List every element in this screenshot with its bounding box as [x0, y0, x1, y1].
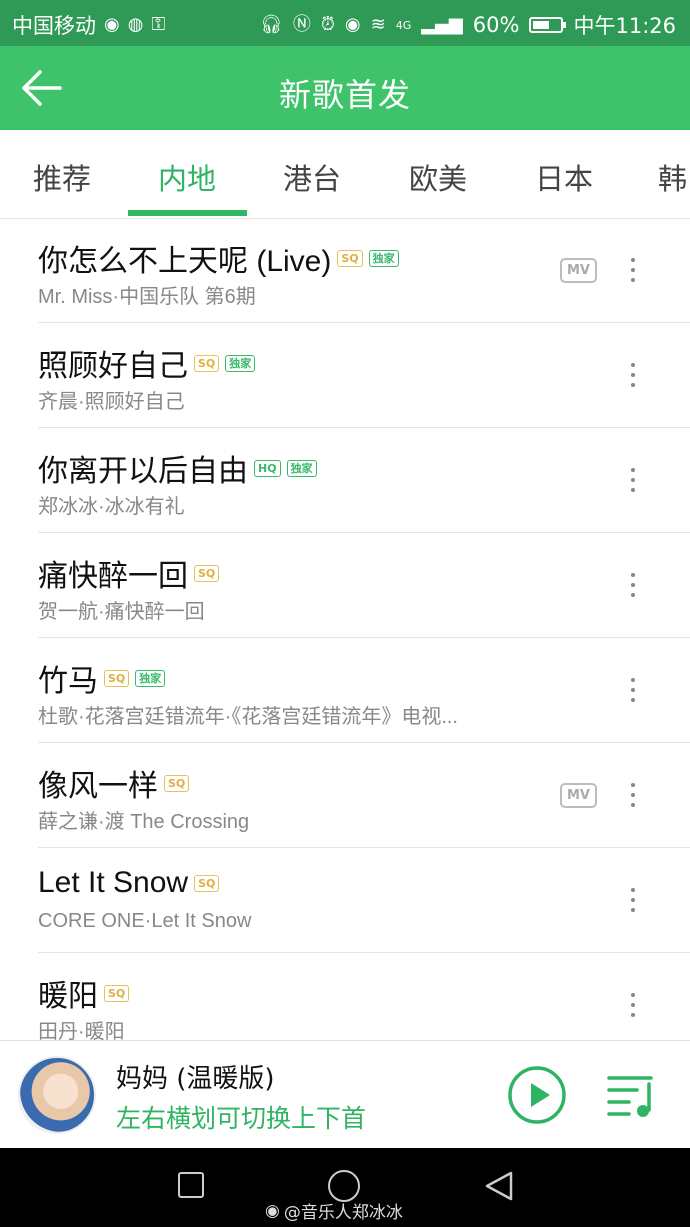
- song-list: 你怎么不上天呢 (Live) SQ 独家 Mr. Miss·中国乐队 第6期 M…: [0, 218, 690, 1040]
- mv-button[interactable]: MV: [560, 783, 597, 808]
- song-subtitle: 郑冰冰·冰冰有礼: [38, 496, 185, 518]
- song-subtitle: CORE ONE·Let It Snow: [38, 910, 252, 932]
- hq-badge: HQ: [254, 459, 281, 477]
- song-subtitle: 田丹·暖阳: [38, 1021, 125, 1040]
- clock: 中午11:26: [573, 14, 676, 38]
- weibo-notification-icon: ◍: [127, 14, 144, 35]
- app-notification-icon: ◉: [104, 14, 120, 35]
- mini-player[interactable]: 妈妈 (温暖版) 左右横划可切换上下首: [0, 1040, 690, 1149]
- song-row[interactable]: 照顾好自己 SQ 独家 齐晨·照顾好自己: [0, 323, 690, 428]
- song-title: 你离开以后自由: [38, 455, 248, 488]
- song-subtitle: 杜歌·花落宫廷错流年·《花落宫廷错流年》电视...: [38, 706, 458, 728]
- battery-icon: [529, 17, 567, 33]
- song-title: 暖阳: [38, 980, 98, 1013]
- song-row[interactable]: 你怎么不上天呢 (Live) SQ 独家 Mr. Miss·中国乐队 第6期 M…: [0, 218, 690, 323]
- song-title: 像风一样: [38, 770, 158, 803]
- song-title: 痛快醉一回: [38, 560, 188, 593]
- sq-badge: SQ: [194, 874, 220, 892]
- swipe-hint: 左右横划可切换上下首: [116, 1104, 367, 1133]
- carrier-label: 中国移动: [12, 14, 96, 38]
- nfc-icon: Ⓝ: [292, 14, 311, 35]
- song-row[interactable]: 暖阳 SQ 田丹·暖阳: [0, 953, 690, 1040]
- more-options-icon[interactable]: [626, 258, 640, 286]
- sq-badge: SQ: [104, 984, 130, 1002]
- more-options-icon[interactable]: [626, 783, 640, 811]
- tab-indicator: [128, 210, 247, 216]
- tab-recommended[interactable]: 推荐: [33, 156, 91, 198]
- more-options-icon[interactable]: [626, 573, 640, 601]
- song-subtitle: Mr. Miss·中国乐队 第6期: [38, 286, 256, 308]
- more-options-icon[interactable]: [626, 468, 640, 496]
- song-title: Let It Snow: [38, 866, 189, 899]
- playlist-queue-icon[interactable]: [607, 1070, 659, 1120]
- play-icon[interactable]: [507, 1065, 567, 1125]
- sq-badge: SQ: [194, 564, 220, 582]
- title-bar: 新歌首发: [0, 46, 690, 130]
- nav-back-icon[interactable]: [483, 1170, 515, 1202]
- mv-button[interactable]: MV: [560, 258, 597, 283]
- tab-hk-taiwan[interactable]: 港台: [283, 156, 341, 198]
- now-playing-title: 妈妈 (温暖版): [116, 1064, 275, 1094]
- album-cover[interactable]: [18, 1056, 96, 1134]
- song-subtitle: 齐晨·照顾好自己: [38, 391, 185, 413]
- recent-apps-icon[interactable]: [178, 1172, 204, 1198]
- song-row[interactable]: 痛快醉一回 SQ 贺一航·痛快醉一回: [0, 533, 690, 638]
- eye-icon: ◉: [344, 14, 361, 35]
- sq-badge: SQ: [164, 774, 190, 792]
- alarm-icon: ⏰︎: [320, 14, 335, 35]
- page-title: 新歌首发: [278, 76, 411, 114]
- more-options-icon[interactable]: [626, 888, 640, 916]
- watermark-text: @音乐人郑冰冰: [283, 1203, 403, 1223]
- song-row[interactable]: 你离开以后自由 HQ 独家 郑冰冰·冰冰有礼: [0, 428, 690, 533]
- sq-badge: SQ: [104, 669, 130, 687]
- song-title: 你怎么不上天呢 (Live): [38, 245, 332, 278]
- sq-badge: SQ: [194, 354, 220, 372]
- tab-korea[interactable]: 韩: [658, 156, 687, 198]
- song-subtitle: 薛之谦·渡 The Crossing: [38, 811, 250, 833]
- weibo-icon: ◉: [265, 1200, 280, 1221]
- exclusive-badge: 独家: [135, 669, 166, 687]
- tab-mainland[interactable]: 内地: [158, 156, 216, 198]
- status-bar: 中国移动 ◉ ◍ ⚿ 🎧︎ Ⓝ ⏰︎ ◉ ≋ 4G ▂▄▆ 60% 中午11:2…: [0, 0, 690, 46]
- sq-badge: SQ: [337, 249, 363, 267]
- song-title: 照顾好自己: [38, 350, 188, 383]
- more-options-icon[interactable]: [626, 993, 640, 1021]
- song-title: 竹马: [38, 665, 98, 698]
- headphones-icon: 🎧︎: [260, 14, 283, 35]
- exclusive-badge: 独家: [286, 459, 317, 477]
- category-tabs: 推荐 内地 港台 欧美 日本 韩: [0, 130, 690, 219]
- network-type: 4G: [395, 18, 412, 32]
- tab-japan[interactable]: 日本: [535, 156, 593, 198]
- key-icon: ⚿: [151, 14, 166, 35]
- tab-western[interactable]: 欧美: [409, 156, 467, 198]
- weibo-watermark: ◉ @音乐人郑冰冰: [265, 1198, 403, 1224]
- song-subtitle: 贺一航·痛快醉一回: [38, 601, 205, 623]
- song-row[interactable]: 竹马 SQ 独家 杜歌·花落宫廷错流年·《花落宫廷错流年》电视...: [0, 638, 690, 743]
- exclusive-badge: 独家: [368, 249, 399, 267]
- song-row[interactable]: 像风一样 SQ 薛之谦·渡 The Crossing MV: [0, 743, 690, 848]
- song-row[interactable]: Let It Snow SQ CORE ONE·Let It Snow: [0, 848, 690, 953]
- exclusive-badge: 独家: [225, 354, 256, 372]
- signal-icon: ▂▄▆: [421, 14, 463, 35]
- more-options-icon[interactable]: [626, 363, 640, 391]
- more-options-icon[interactable]: [626, 678, 640, 706]
- battery-percent: 60%: [472, 13, 520, 37]
- wifi-icon: ≋: [370, 14, 386, 35]
